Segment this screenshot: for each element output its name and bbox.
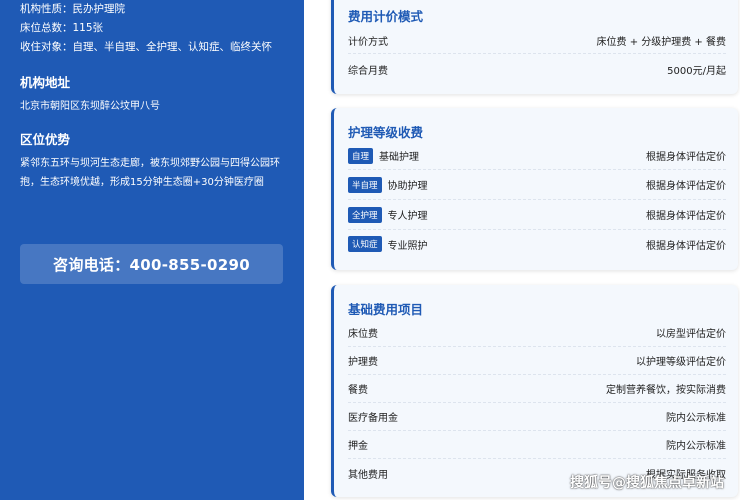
care-levels-card: 护理等级收费 自理 基础护理 根据身体评估定价 半自理 协助护理 根据身体评估定价 …	[331, 108, 738, 270]
address-title: 机构地址	[20, 75, 71, 90]
list-item: 护理费 以护理等级评估定价	[348, 347, 726, 375]
list-item: 计价方式 床位费 + 分级护理费 + 餐费	[348, 28, 726, 54]
care-level-badge: 半自理	[348, 176, 382, 193]
row-value: 院内公示标准	[666, 413, 726, 424]
list-item: 半自理 协助护理 根据身体评估定价	[348, 170, 726, 200]
list-item: 押金 院内公示标准	[348, 431, 726, 459]
list-item: 综合月费 5000元/月起	[348, 54, 726, 84]
row-value: 根据身体评估定价	[646, 152, 726, 163]
card-title: 费用计价模式	[348, 9, 424, 24]
list-item: 餐费 定制营养餐饮，按实际消费	[348, 375, 726, 403]
row-label: 专业照护	[387, 240, 428, 252]
left-info-panel: 机构性质：民办护理院 床位总数：115张 收住对象：自理、半自理、全护理、认知症…	[0, 0, 304, 500]
list-item: 床位费 以房型评估定价	[348, 319, 726, 347]
row-label: 协助护理	[387, 181, 428, 192]
row-label: 餐费	[348, 385, 368, 396]
list-item: 全护理 专人护理 根据身体评估定价	[348, 200, 726, 230]
list-item: 认知症 专业照护 根据身体评估定价	[348, 230, 726, 258]
advantage-title: 区位优势	[20, 132, 71, 147]
row-label: 综合月费	[348, 65, 388, 77]
row-label: 其他费用	[348, 469, 388, 481]
care-level-badge: 认知症	[348, 236, 382, 252]
institution-nature: 机构性质：民办护理院	[20, 3, 125, 15]
row-label: 床位费	[348, 329, 378, 340]
row-label: 专人护理	[387, 211, 428, 222]
row-value: 以护理等级评估定价	[636, 357, 726, 368]
row-label: 押金	[348, 441, 368, 452]
list-item: 医疗备用金 院内公示标准	[348, 403, 726, 431]
row-value: 院内公示标准	[666, 441, 726, 452]
row-label: 护理费	[348, 357, 378, 368]
row-label: 医疗备用金	[348, 413, 398, 424]
row-value: 根据身体评估定价	[646, 181, 726, 192]
right-content-panel: 费用计价模式 计价方式 床位费 + 分级护理费 + 餐费 综合月费 5000元/…	[304, 0, 740, 500]
row-value: 以房型评估定价	[656, 329, 726, 340]
card-title: 护理等级收费	[348, 125, 424, 140]
row-value: 5000元/月起	[667, 65, 726, 77]
row-label: 基础护理	[379, 152, 420, 163]
row-value: 根据身体评估定价	[646, 240, 726, 252]
row-value: 根据身体评估定价	[646, 211, 726, 222]
address-text: 北京市朝阳区东坝醉公坟甲八号	[20, 101, 160, 112]
row-value: 定制营养餐饮，按实际消费	[606, 385, 726, 396]
row-label: 计价方式	[348, 37, 388, 48]
care-level-badge: 自理	[348, 147, 374, 164]
card-title: 基础费用项目	[348, 302, 424, 317]
pricing-mode-card: 费用计价模式 计价方式 床位费 + 分级护理费 + 餐费 综合月费 5000元/…	[331, 0, 738, 94]
phone-button[interactable]: 咨询电话：400-855-0290	[20, 244, 283, 284]
bed-count: 床位总数：115张	[20, 22, 104, 34]
admission-targets: 收住对象：自理、半自理、全护理、认知症、临终关怀	[20, 41, 272, 53]
basic-fees-card: 基础费用项目 床位费 以房型评估定价 护理费 以护理等级评估定价 餐费 定制营养…	[331, 285, 738, 497]
care-level-badge: 全护理	[348, 206, 382, 223]
list-item: 自理 基础护理 根据身体评估定价	[348, 142, 726, 170]
watermark: 搜狐号@搜狐焦点卓新站	[570, 475, 724, 491]
advantage-text: 紧邻东五环与坝河生态走廊，被东坝郊野公园与四得公园环抱，生态环境优越，形成15分…	[20, 158, 280, 188]
row-value: 床位费 + 分级护理费 + 餐费	[596, 37, 726, 48]
